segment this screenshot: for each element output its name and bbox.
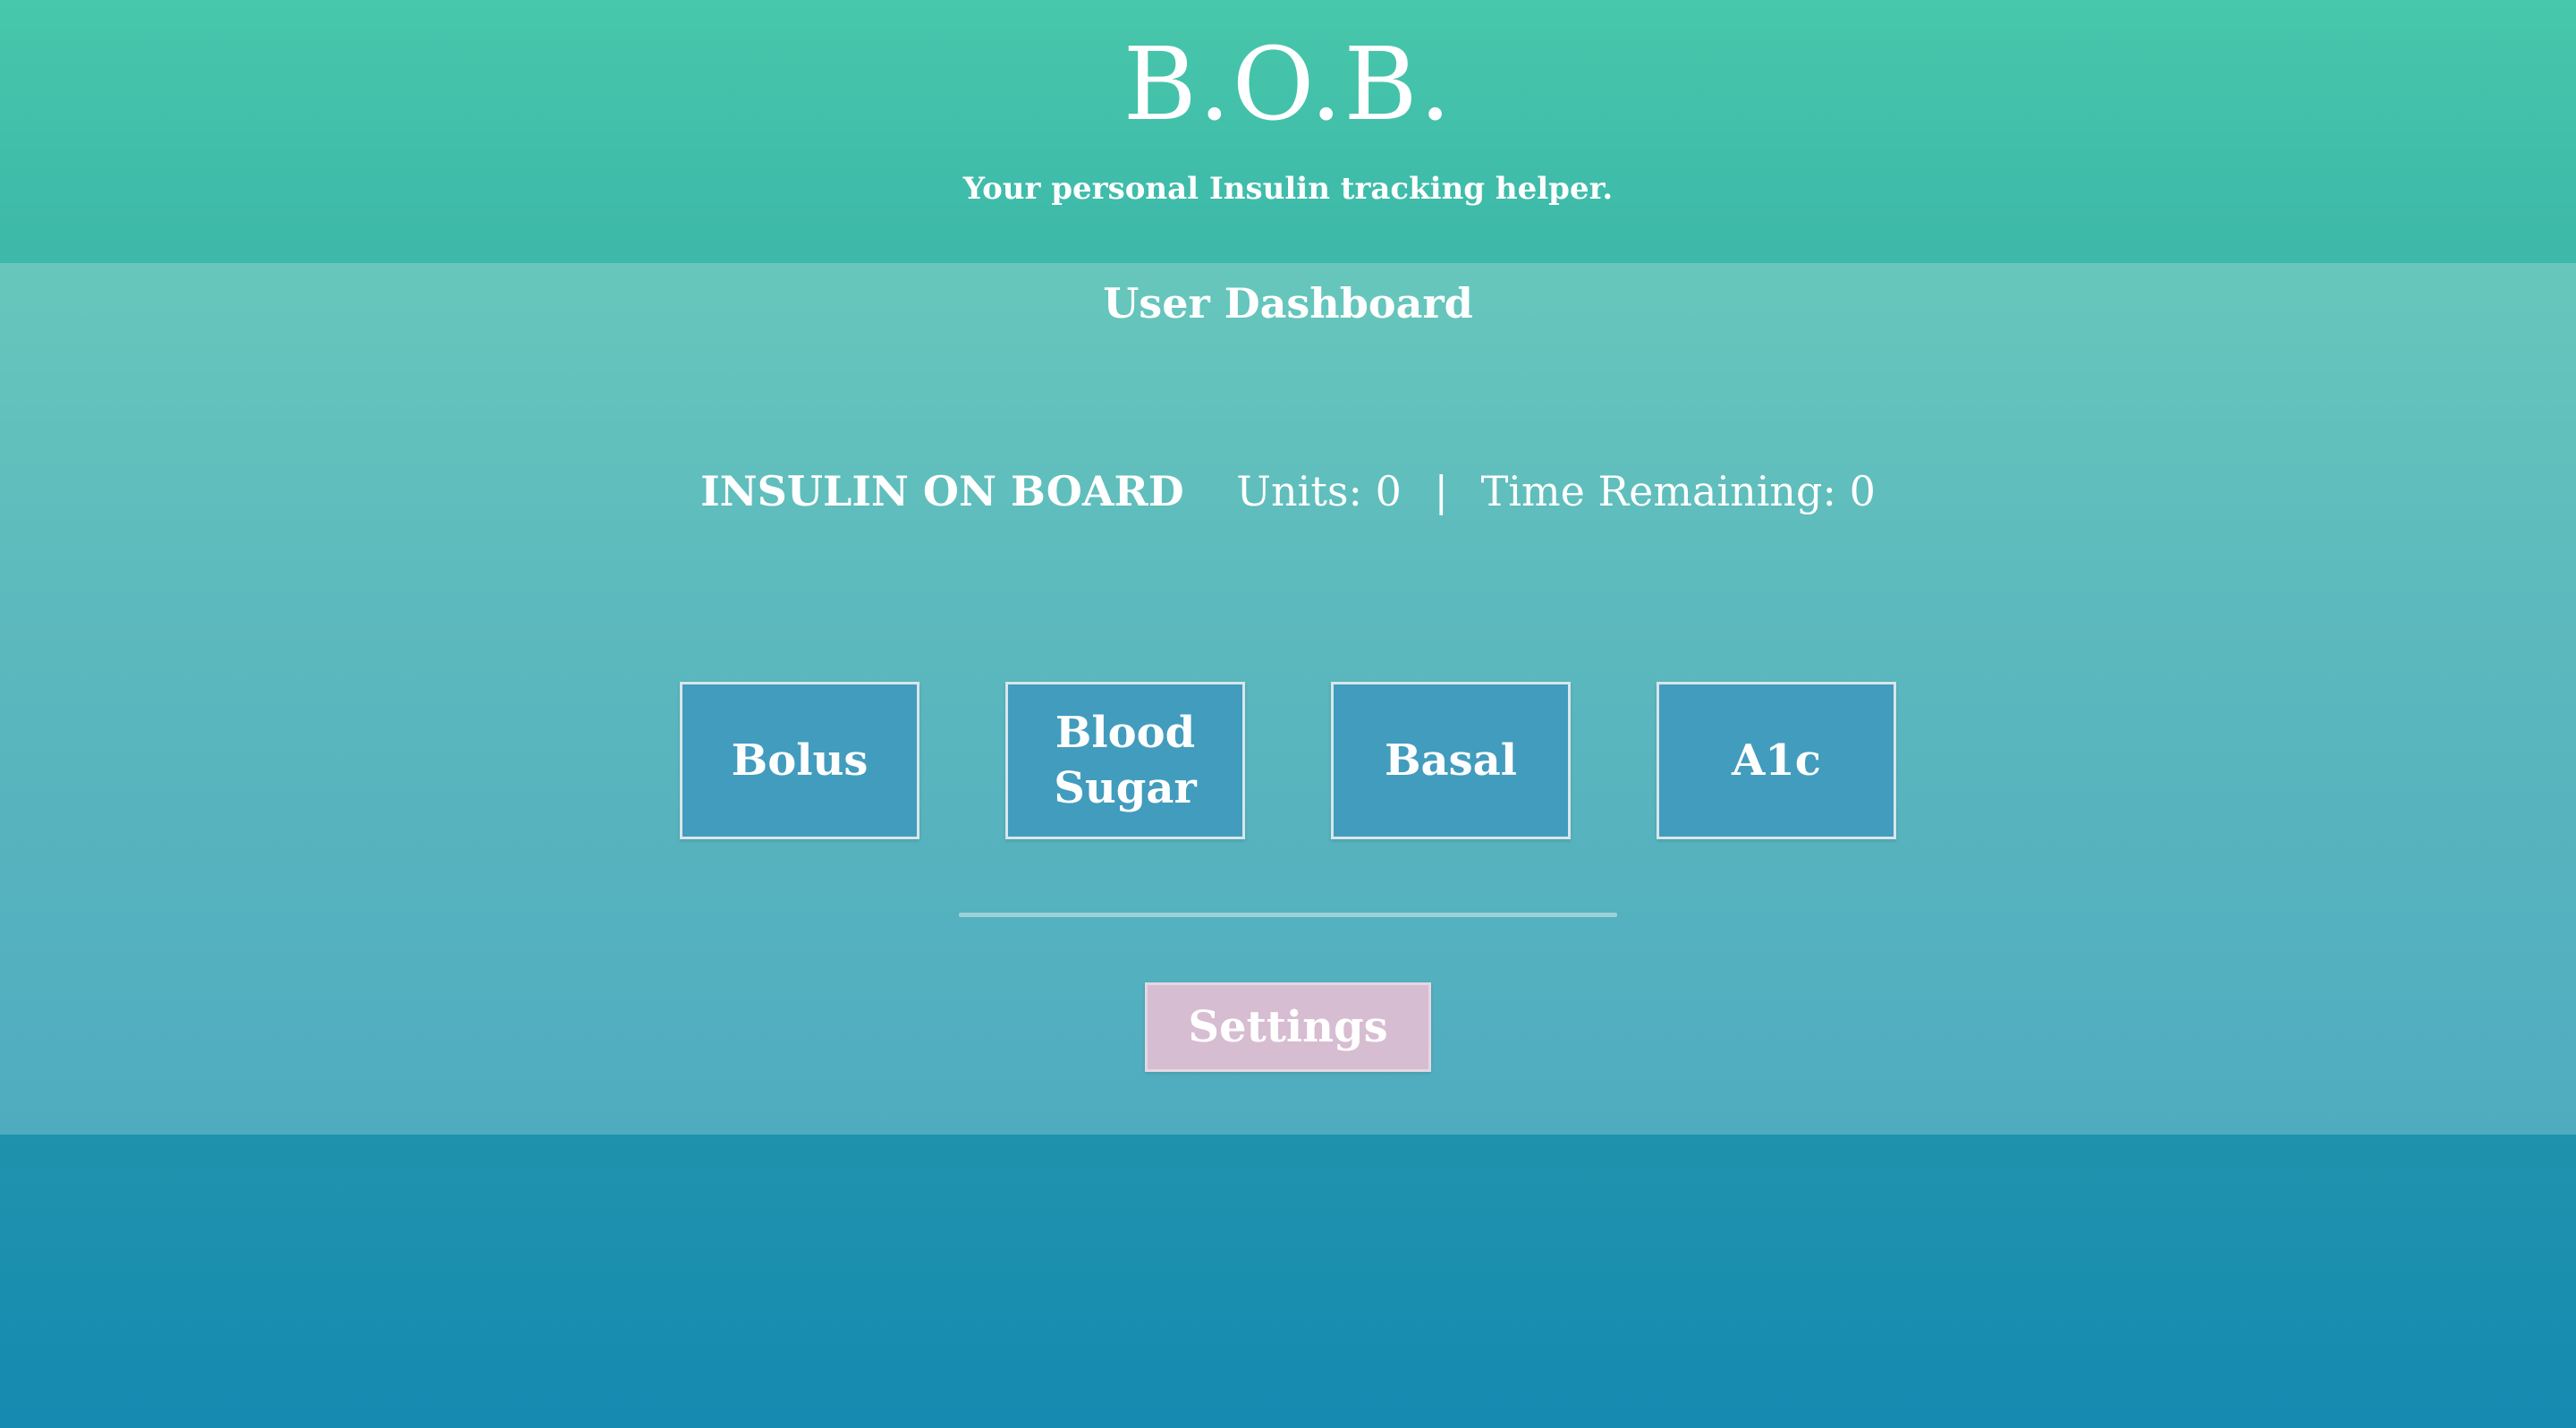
bolus-button[interactable]: Bolus	[680, 682, 919, 839]
insulin-on-board-label: INSULIN ON BOARD	[700, 467, 1184, 515]
settings-button[interactable]: Settings	[1145, 982, 1431, 1072]
section-divider	[959, 913, 1617, 917]
status-separator: |	[1434, 467, 1449, 515]
app-tagline: Your personal Insulin tracking helper.	[962, 171, 1614, 207]
basal-button[interactable]: Basal	[1331, 682, 1571, 839]
a1c-button[interactable]: A1c	[1657, 682, 1896, 839]
insulin-on-board-status: INSULIN ON BOARD Units: 0 | Time Remaini…	[0, 460, 2576, 523]
app-header: B.O.B. Your personal Insulin tracking he…	[0, 0, 2576, 263]
app-title: B.O.B.	[1123, 27, 1453, 143]
dashboard-tiles: Bolus Blood Sugar Basal A1c	[0, 682, 2576, 839]
user-dashboard: User Dashboard INSULIN ON BOARD Units: 0…	[0, 263, 2576, 1135]
time-remaining-value: Time Remaining: 0	[1480, 467, 1876, 515]
page-footer	[0, 1135, 2576, 1428]
insulin-units-value: Units: 0	[1236, 467, 1402, 515]
blood-sugar-button[interactable]: Blood Sugar	[1005, 682, 1245, 839]
dashboard-title: User Dashboard	[1103, 279, 1473, 327]
